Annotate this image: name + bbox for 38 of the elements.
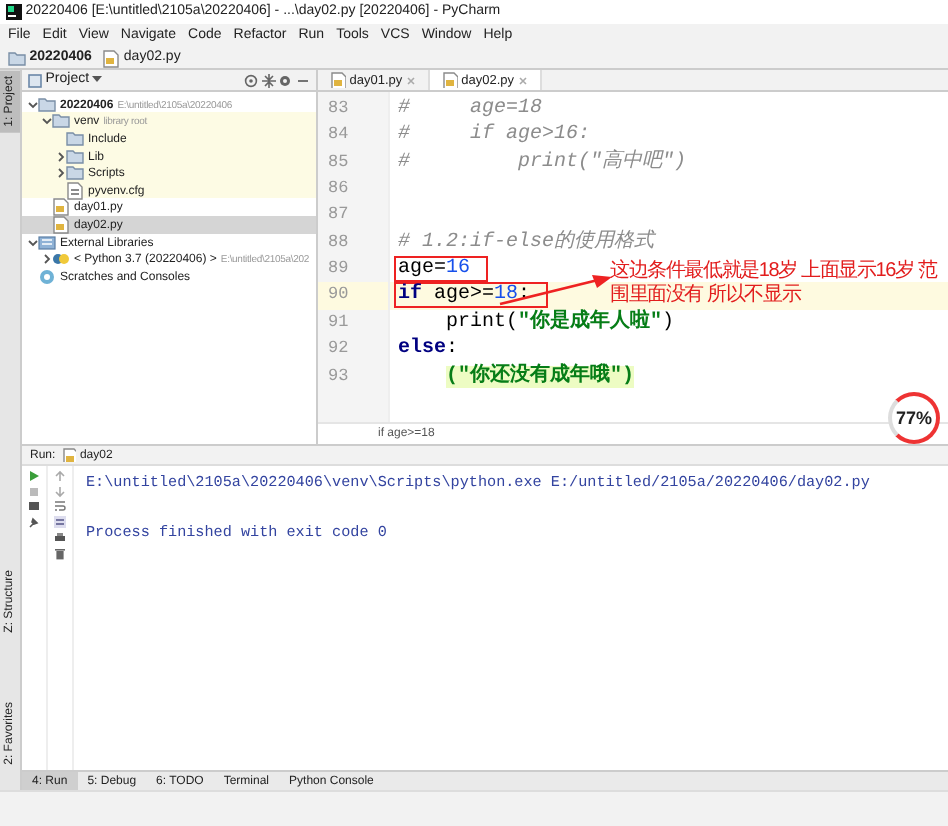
annotation-text: 这边条件最低就是18岁 上面显示16岁 范围里面没有 所以不显示 [610,260,940,308]
line-number: 92 [326,336,351,363]
scroll-to-end-icon[interactable] [54,516,66,528]
settings-icon[interactable] [278,73,293,87]
print-icon[interactable] [54,531,66,544]
code-line: # age=18 [398,97,543,120]
line-number: 90 [318,282,388,310]
line-number: 89 [326,256,351,283]
python-icon [52,250,70,269]
python-file-icon [52,215,70,234]
python-file-icon [441,72,458,88]
dropdown-caret-icon[interactable] [92,76,103,84]
line-number: 87 [326,202,351,229]
run-icon[interactable] [28,469,40,482]
code-line: # print("高中吧") [398,151,687,174]
locate-icon[interactable] [243,73,258,87]
memory-usage-indicator: 77% [888,392,940,444]
annotation-arrow [498,272,614,308]
scratch-icon [38,267,56,286]
line-number: 86 [326,175,351,202]
code-line: print("你是成年人啦") [446,311,675,334]
library-icon [38,233,56,251]
code-line: else: [398,338,459,361]
line-number: 88 [326,229,351,256]
line-number: 93 [326,363,351,390]
python-file-icon [52,198,70,217]
code-line: # 1.2:if-else的使用格式 [398,231,655,254]
line-number: 85 [326,149,351,176]
python-file-icon [330,72,346,88]
line-number: 84 [326,122,351,149]
soft-wrap-icon[interactable] [54,500,66,513]
project-view-icon [28,73,42,87]
line-number: 83 [326,95,351,122]
python-file-icon [102,49,121,67]
config-file-icon [66,181,84,200]
code-line: # if age>16: [398,124,591,147]
trash-icon[interactable] [54,547,66,559]
line-number: 91 [326,309,351,336]
